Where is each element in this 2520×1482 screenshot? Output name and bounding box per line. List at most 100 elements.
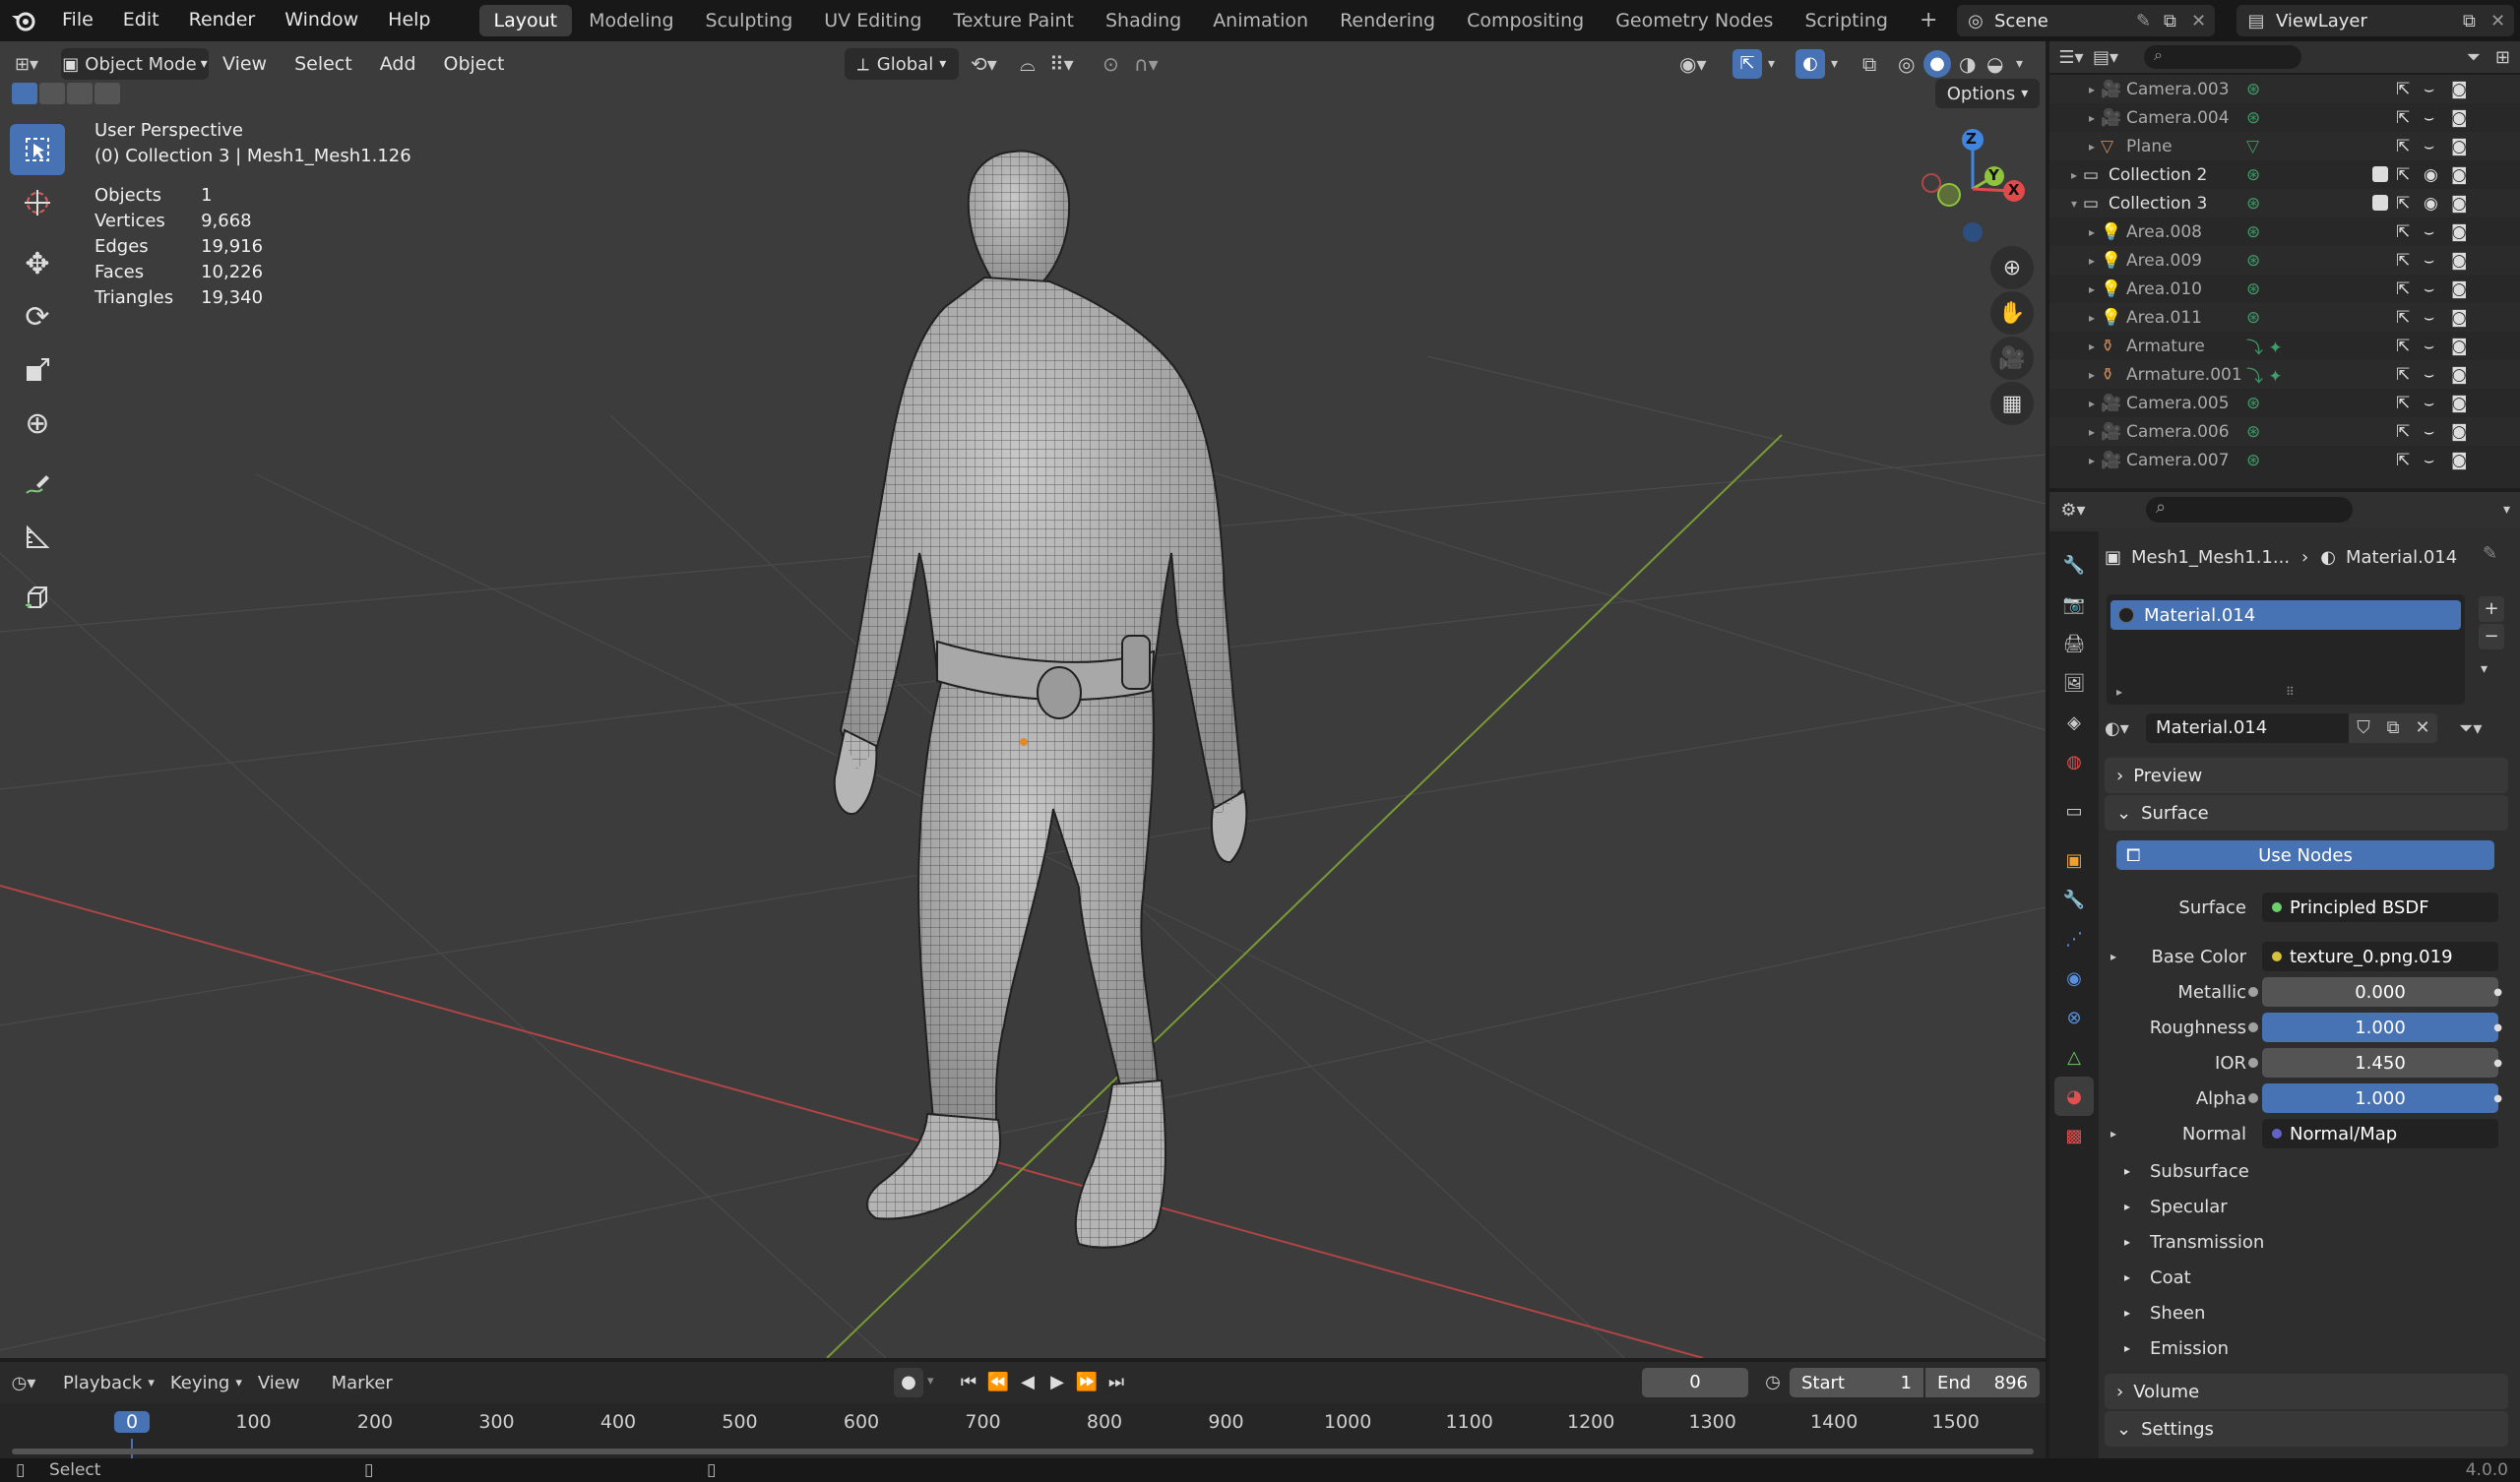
outliner-item-name[interactable]: Area.010 [2126,279,2202,299]
scene-tab-icon[interactable]: ◈ [2054,703,2094,742]
outliner-row[interactable]: ▸ ⚱ Armature.001 ⤵ ✦ ⇱ ⌣ ◙ [2049,360,2520,389]
browse-material-icon[interactable]: ◐▾ [2105,718,2146,739]
field-value[interactable]: 1.450 [2248,1048,2498,1078]
remove-slot-button[interactable]: − [2479,624,2504,649]
menu-keying[interactable]: Keying [155,1373,235,1393]
chevron-right-icon[interactable]: ▸ [2049,225,2101,239]
chevron-right-icon[interactable]: ▸ [2049,168,2083,182]
editor-type-icon[interactable]: ☰▾ [2049,47,2093,68]
volume-panel-header[interactable]: › Volume [2105,1374,2508,1409]
tab-scripting[interactable]: Scripting [1790,5,1903,36]
selectable-icon[interactable]: ⇱ [2396,108,2410,128]
select-subtract-icon[interactable] [67,83,93,104]
expand-icon[interactable]: ▸ [2110,1127,2116,1141]
outliner-item-name[interactable]: Armature.001 [2126,365,2242,385]
chevron-down-icon[interactable]: ▾ [2503,502,2510,518]
outliner-item-name[interactable]: Camera.006 [2126,422,2230,442]
select-extend-icon[interactable] [39,83,65,104]
outliner-item-name[interactable]: Camera.003 [2126,80,2230,99]
field-value[interactable]: Principled BSDF [2262,893,2498,922]
close-icon[interactable]: ✕ [2490,11,2514,31]
render-camera-icon[interactable]: ◙ [2451,337,2468,356]
exclude-checkbox[interactable] [2372,195,2388,211]
editor-type-button[interactable]: ⊞▾ [0,48,53,80]
render-camera-icon[interactable]: ◙ [2451,451,2468,470]
record-button[interactable]: ● [894,1368,923,1397]
world-tab-icon[interactable]: ◍ [2054,742,2094,781]
keyframe-dot-icon[interactable]: ● [2493,987,2502,998]
menu-render[interactable]: Render [174,0,271,41]
visibility-eye-icon[interactable]: ⌣ [2424,337,2434,356]
tool-tab-icon[interactable]: 🔧 [2054,545,2094,585]
wireframe-shading-icon[interactable]: ◎ [1898,52,1915,76]
close-icon[interactable]: ✕ [2191,11,2215,31]
xray-icon[interactable]: ⧉ [1862,52,1876,76]
properties-search-input[interactable]: ⌕ [2146,497,2353,523]
outliner-row[interactable]: ▸ 🎥 Camera.007 ⊛ ⇱ ⌣ ◙ [2049,446,2520,474]
chevron-right-icon[interactable]: ▸ [2049,397,2101,410]
play-icon[interactable]: ▶ [1043,1368,1071,1397]
use-preview-range-icon[interactable]: ◷ [1758,1368,1788,1397]
modifier-tab-icon[interactable]: 🔧 [2054,880,2094,919]
rendered-shading-icon[interactable]: ◒ [1986,52,2003,76]
selectable-icon[interactable]: ⇱ [2396,279,2410,299]
pan-hand-icon[interactable]: ✋ [1990,291,2034,335]
frame-ruler[interactable]: 0 100 200 300 400 500 600 700 800 900 1000 1100 1200… [0,1403,2046,1458]
selectable-icon[interactable]: ⇱ [2396,222,2410,242]
outliner-row[interactable]: ▸ 💡 Area.009 ⊛ ⇱ ⌣ ◙ [2049,246,2520,275]
visibility-eye-icon[interactable]: ⌣ [2424,108,2434,128]
visibility-eye-icon[interactable]: ⌣ [2424,308,2434,328]
outliner-item-name[interactable]: Plane [2126,137,2173,156]
outliner-search-input[interactable]: ⌕ [2144,45,2301,69]
slot-specials-icon[interactable]: ▾ [2481,661,2488,677]
visibility-eye-icon[interactable]: ◉ [2424,165,2438,185]
field-value[interactable]: texture_0.png.019 [2262,942,2498,971]
selectable-icon[interactable]: ⇱ [2396,394,2410,413]
fake-user-icon[interactable]: ⛉ [2349,713,2378,743]
outliner-row[interactable]: ▸ 🎥 Camera.004 ⊛ ⇱ ⌣ ◙ [2049,103,2520,132]
outliner-row[interactable]: ▸ ⚱ Armature ⤵ ✦ ⇱ ⌣ ◙ [2049,332,2520,360]
subpanel-coat[interactable]: ▸ Coat [2105,1260,2191,1295]
selectable-icon[interactable]: ⇱ [2396,80,2410,99]
end-frame-field[interactable]: End 896 [1925,1368,2040,1397]
menu-file[interactable]: File [47,0,108,41]
particles-tab-icon[interactable]: ⋰ [2054,919,2094,958]
pivot-icon[interactable]: ⟲▾ [971,52,997,76]
outliner-item-name[interactable]: Armature [2126,337,2205,356]
outliner-item-name[interactable]: Camera.005 [2126,394,2230,413]
link-type-icon[interactable]: ⏷▾ [2459,718,2482,739]
menu-edit[interactable]: Edit [108,0,174,41]
subpanel-subsurface[interactable]: ▸ Subsurface [2105,1153,2249,1189]
menu-select[interactable]: Select [281,53,366,75]
outliner-row[interactable]: ▸ 💡 Area.008 ⊛ ⇱ ⌣ ◙ [2049,217,2520,246]
next-keyframe-icon[interactable]: ⏩ [1073,1368,1101,1397]
outliner-row[interactable]: ▸ ▽ Plane ▽ ⇱ ⌣ ◙ [2049,132,2520,160]
proportional-edit-icon[interactable]: ⊙ [1102,52,1119,76]
selectable-icon[interactable]: ⇱ [2396,451,2410,470]
selectable-icon[interactable]: ⇱ [2396,194,2410,214]
new-collection-icon[interactable]: ⊞ [2495,47,2510,68]
keyframe-dot-icon[interactable]: ● [2493,1093,2502,1104]
subpanel-emission[interactable]: ▸ Emission [2105,1330,2229,1366]
tab-texture-paint[interactable]: Texture Paint [938,5,1089,36]
select-box-tool-icon[interactable] [10,124,65,175]
expand-icon[interactable]: ▸ [2116,685,2122,699]
selectable-icon[interactable]: ⇱ [2396,251,2410,271]
add-cube-tool-icon[interactable] [10,573,65,624]
outliner-row[interactable]: ▸ 💡 Area.011 ⊛ ⇱ ⌣ ◙ [2049,303,2520,332]
clock-editor-icon[interactable]: ◷▾ [0,1373,47,1393]
selectable-icon[interactable]: ⇱ [2396,165,2410,185]
keyframe-dot-icon[interactable]: ● [2493,1058,2502,1069]
render-camera-icon[interactable]: ◙ [2451,365,2468,385]
expand-icon[interactable]: ▸ [2110,950,2116,963]
visibility-eye-icon[interactable]: ⌣ [2424,222,2434,242]
blender-logo-icon[interactable] [0,10,47,31]
chevron-right-icon[interactable]: ▸ [2049,140,2101,154]
scale-tool-icon[interactable] [10,344,65,396]
subpanel-transmission[interactable]: ▸ Transmission [2105,1224,2264,1260]
field-value[interactable]: 1.000 [2248,1013,2498,1042]
visibility-eye-icon[interactable]: ⌣ [2424,137,2434,156]
chevron-right-icon[interactable]: ▸ [2049,83,2101,96]
unlink-material-icon[interactable]: ✕ [2408,713,2437,743]
current-frame-field[interactable]: 0 [1642,1368,1748,1397]
